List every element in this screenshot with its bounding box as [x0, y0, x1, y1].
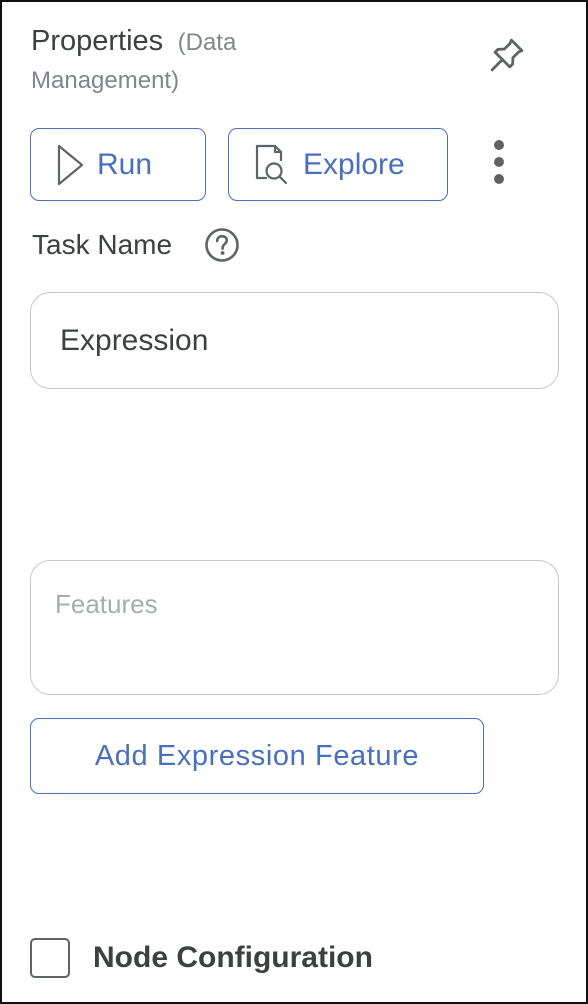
panel-subtitle-line2: Management) — [31, 67, 180, 94]
run-button[interactable]: Run — [30, 128, 206, 201]
add-expression-feature-button[interactable]: Add Expression Feature — [30, 718, 484, 794]
play-icon — [57, 144, 84, 185]
node-configuration-checkbox[interactable] — [30, 938, 70, 978]
node-configuration-label: Node Configuration — [93, 941, 373, 974]
features-field[interactable] — [30, 560, 559, 695]
panel-header: Properties (Data Management) — [31, 24, 331, 100]
more-vertical-icon[interactable] — [486, 138, 512, 186]
explore-button-label: Explore — [303, 147, 405, 181]
properties-panel: Properties (Data Management) Run Explore… — [0, 0, 588, 1004]
task-name-label: Task Name — [32, 229, 173, 260]
add-expression-feature-label: Add Expression Feature — [94, 739, 420, 772]
help-circle-icon[interactable] — [204, 227, 240, 263]
pin-icon[interactable] — [486, 34, 528, 76]
panel-subtitle-line1: (Data — [177, 29, 237, 56]
panel-title: Properties — [31, 25, 164, 57]
task-name-input[interactable] — [30, 292, 559, 389]
run-button-label: Run — [97, 147, 153, 181]
node-configuration-row: Node Configuration — [30, 938, 373, 978]
explore-button[interactable]: Explore — [228, 128, 448, 201]
document-search-icon — [255, 144, 288, 184]
